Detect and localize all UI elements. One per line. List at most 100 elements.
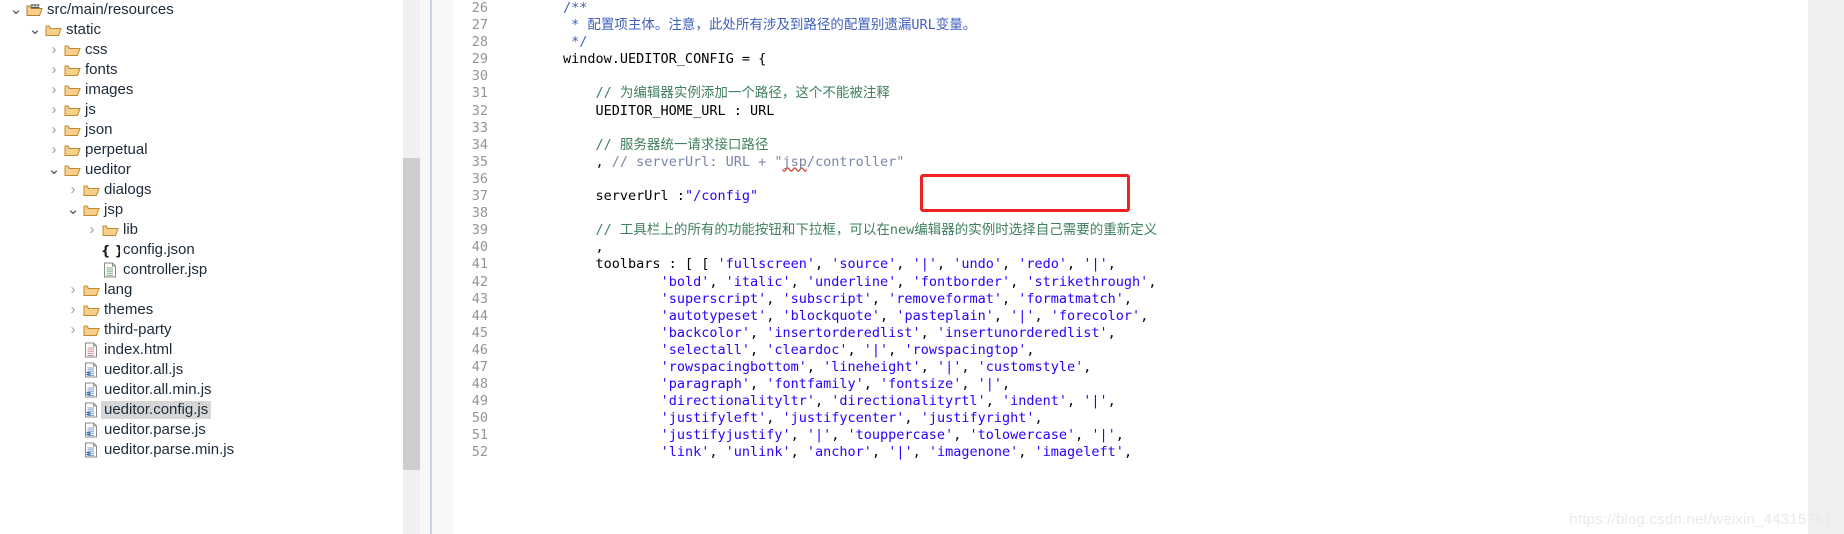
chevron-right-icon[interactable]: › [65, 280, 81, 300]
chevron-down-icon[interactable]: ⌄ [46, 162, 62, 177]
code-line[interactable]: 47 'rowspacingbottom', 'lineheight', '|'… [454, 359, 1802, 376]
tree-item-dialogs[interactable]: › dialogs [0, 180, 390, 200]
tree-item-lib[interactable]: › lib [0, 220, 390, 240]
tree-item-label: controller.jsp [123, 261, 208, 278]
project-explorer[interactable]: ⌄ src/main/resources ⌄ static › css › fonts › ima… [0, 0, 390, 534]
chevron-down-icon[interactable]: ⌄ [65, 202, 81, 217]
vertical-scrollbar-thumb[interactable] [403, 158, 420, 470]
line-number: 34 [471, 136, 488, 153]
editor-folding-column[interactable] [432, 0, 454, 534]
line-number: 37 [471, 188, 488, 205]
code-line[interactable]: 33 [454, 120, 1802, 137]
tree-item-label: fonts [85, 61, 118, 78]
code-line[interactable]: 36 [454, 171, 1802, 188]
vertical-scrollbar-track[interactable] [403, 0, 420, 534]
tree-item-themes[interactable]: › themes [0, 300, 390, 320]
code-line[interactable]: 44 'autotypeset', 'blockquote', 'pastepl… [454, 308, 1802, 325]
editor-overview-ruler[interactable] [1808, 0, 1844, 534]
tree-item-json[interactable]: › json [0, 120, 390, 140]
chevron-right-icon[interactable]: › [84, 220, 100, 240]
code-line[interactable]: 35 , // serverUrl: URL + "jsp/controller… [454, 154, 1802, 171]
js-file-icon [81, 362, 101, 378]
code-line[interactable]: 31 // 为编辑器实例添加一个路径，这个不能被注释 [454, 85, 1802, 102]
tree-item-label: ueditor.all.min.js [104, 381, 212, 398]
tree-item-ueditor-parse-js[interactable]: ueditor.parse.js [0, 420, 390, 440]
code-line[interactable]: 45 'backcolor', 'insertorderedlist', 'in… [454, 325, 1802, 342]
code-line[interactable]: 37 serverUrl :"/config" [454, 188, 1802, 205]
line-number: 42 [471, 273, 488, 290]
chevron-right-icon[interactable]: › [46, 40, 62, 60]
tree-item-lang[interactable]: › lang [0, 280, 390, 300]
chevron-right-icon[interactable]: › [46, 140, 62, 160]
line-number: 32 [471, 102, 488, 119]
code-line[interactable]: 38 [454, 205, 1802, 222]
code-line[interactable]: 43 'superscript', 'subscript', 'removefo… [454, 291, 1802, 308]
chevron-right-icon[interactable]: › [46, 100, 62, 120]
code-line[interactable]: 27 * 配置项主体。注意，此处所有涉及到路径的配置别遗漏URL变量。 [454, 17, 1802, 34]
tree-item-ueditor[interactable]: ⌄ ueditor [0, 160, 390, 180]
folder-icon [62, 123, 82, 137]
tree-item-ueditor-parse-min-js[interactable]: ueditor.parse.min.js [0, 440, 390, 460]
chevron-right-icon[interactable]: › [46, 80, 62, 100]
code-line-text: 'superscript', 'subscript', 'removeforma… [660, 290, 1133, 307]
tree-item-src-main-resources[interactable]: ⌄ src/main/resources [0, 0, 390, 20]
tree-item-js[interactable]: › js [0, 100, 390, 120]
folder-icon [62, 143, 82, 157]
code-line[interactable]: 52 'link', 'unlink', 'anchor', '|', 'ima… [454, 444, 1802, 461]
folder-icon [62, 83, 82, 97]
tree-item-static[interactable]: ⌄ static [0, 20, 390, 40]
code-line[interactable]: 29 window.UEDITOR_CONFIG = { [454, 51, 1802, 68]
tree-item-ueditor-config-js[interactable]: ueditor.config.js [0, 400, 390, 420]
line-number: 36 [471, 170, 488, 187]
tree-item-label: index.html [104, 341, 173, 358]
code-line[interactable]: 48 'paragraph', 'fontfamily', 'fontsize'… [454, 376, 1802, 393]
folder-icon [62, 63, 82, 77]
code-line[interactable]: 32 UEDITOR_HOME_URL : URL [454, 103, 1802, 120]
code-line[interactable]: 46 'selectall', 'cleardoc', '|', 'rowspa… [454, 342, 1802, 359]
code-line[interactable]: 26 /** [454, 0, 1802, 17]
code-line[interactable]: 41 toolbars : [ [ 'fullscreen', 'source'… [454, 256, 1802, 273]
tree-item-config-json[interactable]: { }config.json [0, 240, 390, 260]
tree-item-label: jsp [104, 201, 124, 218]
code-line[interactable]: 42 'bold', 'italic', 'underline', 'fontb… [454, 274, 1802, 291]
line-number: 35 [471, 153, 488, 170]
chevron-right-icon[interactable]: › [46, 120, 62, 140]
tree-item-ueditor-all-js[interactable]: ueditor.all.js [0, 360, 390, 380]
js-file-icon [81, 402, 101, 418]
line-number: 33 [471, 119, 488, 136]
chevron-right-icon[interactable]: › [65, 180, 81, 200]
tree-item-perpetual[interactable]: › perpetual [0, 140, 390, 160]
chevron-down-icon[interactable]: ⌄ [8, 2, 24, 17]
folder-icon [62, 163, 82, 177]
code-line-text: /** [563, 0, 588, 16]
tree-item-fonts[interactable]: › fonts [0, 60, 390, 80]
code-line[interactable]: 39 // 工具栏上的所有的功能按钮和下拉框，可以在new编辑器的实例时选择自己… [454, 222, 1802, 239]
chevron-right-icon[interactable]: › [65, 300, 81, 320]
code-line[interactable]: 30 [454, 68, 1802, 85]
tree-item-third-party[interactable]: › third-party [0, 320, 390, 340]
tree-item-jsp[interactable]: ⌄ jsp [0, 200, 390, 220]
chevron-down-icon[interactable]: ⌄ [27, 22, 43, 37]
line-number: 47 [471, 358, 488, 375]
code-line[interactable]: 49 'directionalityltr', 'directionalityr… [454, 393, 1802, 410]
code-editor[interactable]: 26 /** 27 * 配置项主体。注意，此处所有涉及到路径的配置别遗漏URL变量… [420, 0, 1844, 534]
tree-item-images[interactable]: › images [0, 80, 390, 100]
tree-item-label: js [85, 101, 96, 118]
tree-item-css[interactable]: › css [0, 40, 390, 60]
code-line[interactable]: 50 'justifyleft', 'justifycenter', 'just… [454, 410, 1802, 427]
chevron-right-icon[interactable]: › [46, 60, 62, 80]
editor-marker-bar[interactable] [420, 0, 432, 534]
tree-item-controller-jsp[interactable]: controller.jsp [0, 260, 390, 280]
tree-item-ueditor-all-min-js[interactable]: ueditor.all.min.js [0, 380, 390, 400]
js-file-icon [81, 442, 101, 458]
tree-item-index-html[interactable]: index.html [0, 340, 390, 360]
code-line[interactable]: 34 // 服务器统一请求接口路径 [454, 137, 1802, 154]
code-line[interactable]: 40 , [454, 239, 1802, 256]
code-line[interactable]: 51 'justifyjustify', '|', 'touppercase',… [454, 427, 1802, 444]
code-line[interactable]: 28 */ [454, 34, 1802, 51]
code-text-area[interactable]: 26 /** 27 * 配置项主体。注意，此处所有涉及到路径的配置别遗漏URL变量… [454, 0, 1802, 534]
code-line-text: // 为编辑器实例添加一个路径，这个不能被注释 [595, 85, 890, 102]
code-line-text: 'justifyjustify', '|', 'touppercase', 't… [660, 427, 1124, 444]
chevron-right-icon[interactable]: › [65, 320, 81, 340]
